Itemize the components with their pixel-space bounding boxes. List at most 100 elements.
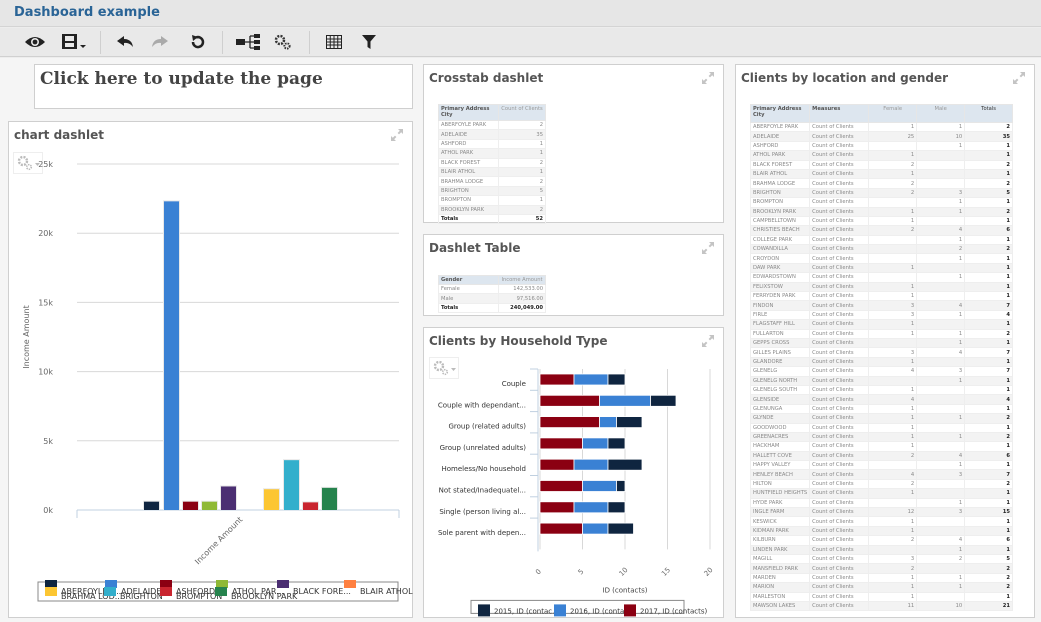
legend-swatch[interactable] [277,580,289,588]
column-header[interactable]: Income Amount [498,275,546,285]
save-button[interactable] [58,31,90,53]
male-cell: 1 [916,309,966,321]
bar-brahma-lodge[interactable] [264,489,279,510]
hierarchy-button[interactable] [234,31,262,53]
legend-label[interactable]: BLAIR ATHOL [360,587,413,596]
female-cell: 2 [868,159,918,170]
total-cell: 1 [964,525,1013,537]
bar-brooklyn-park[interactable] [322,487,337,510]
male-cell: 1 [916,413,966,424]
table-row: FULLARTON Count of Clients 1 1 2 [749,328,1013,340]
female-cell: 2 [868,225,918,236]
column-header[interactable]: Count of Clients [498,104,546,121]
column-header[interactable]: Female [868,104,918,123]
bar-segment[interactable] [607,501,626,514]
bar-segment[interactable] [539,480,583,492]
male-cell: 1 [916,140,966,152]
bar-aberfoyle-park[interactable] [144,501,159,510]
bar-segment[interactable] [539,437,583,450]
total-cell: 6 [964,535,1013,546]
bar-segment[interactable] [539,394,600,407]
city-cell: BLAIR ATHOL [749,168,811,180]
legend-label[interactable]: BRIGHTON [120,592,163,601]
bar-segment[interactable] [582,480,617,492]
bar-brompton[interactable] [303,502,318,510]
legend-label[interactable]: 2015, ID (contac... [494,607,559,615]
city-cell: HYDE PARK [749,497,811,509]
legend-swatch[interactable] [45,587,57,596]
legend-swatch[interactable] [554,604,566,617]
bar-segment[interactable] [599,416,617,428]
legend-swatch[interactable] [160,587,172,596]
update-page-link[interactable]: Click here to update the page [40,69,323,89]
legend-swatch[interactable] [216,580,228,588]
legend-swatch[interactable] [624,604,636,617]
table-row: ADELAIDE Count of Clients 25 10 35 [749,131,1013,142]
legend-label[interactable]: BLACK FORE... [293,587,351,596]
bar-segment[interactable] [582,522,609,535]
redo-button[interactable] [148,31,172,53]
bar-segment[interactable] [539,416,600,428]
column-header[interactable]: Primary Address City [749,104,811,123]
bar-ashford[interactable] [183,501,198,510]
bar-segment[interactable] [539,373,575,386]
measure-cell: Count of Clients [809,178,870,189]
bar-segment[interactable] [573,373,609,386]
legend-label[interactable]: 2017, ID (contacts) [640,607,708,615]
expand-icon[interactable] [701,241,715,255]
legend-label[interactable]: BROOKLYN PARK [231,592,298,601]
column-header[interactable]: Measures [809,104,870,123]
column-header[interactable]: Male [916,104,966,123]
total-cell: 2 [964,572,1013,584]
bar-segment[interactable] [599,394,651,407]
male-cell [916,215,966,227]
legend-swatch[interactable] [45,580,57,588]
column-header[interactable]: Gender [438,275,499,285]
expand-icon[interactable] [1012,71,1026,85]
legend-swatch[interactable] [160,580,172,588]
bar-segment[interactable] [650,394,677,407]
legend-swatch[interactable] [478,604,490,617]
city-cell: HUNTFIELD HEIGHTS [749,488,811,499]
bar-segment[interactable] [607,458,643,471]
male-cell [916,478,966,490]
bar-segment[interactable] [607,437,626,450]
bar-segment[interactable] [607,522,634,535]
filter-button[interactable] [357,31,381,53]
female-cell [868,272,918,283]
column-header[interactable]: Primary Address City [438,104,499,121]
bar-segment[interactable] [539,522,583,535]
update-page-box[interactable]: Click here to update the page [34,64,413,109]
legend-swatch[interactable] [104,587,116,596]
grid-button[interactable] [322,31,346,53]
count-cell: 2 [498,157,546,168]
bar-segment[interactable] [539,501,575,514]
bar-black-forest[interactable] [221,486,236,510]
bar-segment[interactable] [573,501,609,514]
reset-button[interactable] [186,31,210,53]
expand-icon[interactable] [701,71,715,85]
legend-swatch[interactable] [215,587,227,596]
undo-button[interactable] [113,31,137,53]
bar-segment[interactable] [539,458,575,471]
bar-segment[interactable] [616,480,626,492]
city-cell: BRIGHTON [749,187,811,199]
undo-icon [117,36,133,47]
bar-brighton[interactable] [284,460,299,510]
bar-athol-park[interactable] [202,501,217,510]
legend-swatch[interactable] [105,580,117,588]
female-cell [868,460,918,471]
y-tick-label: 20k [38,229,53,238]
male-cell: 1 [916,197,966,208]
settings-button[interactable] [271,31,295,53]
bar-segment[interactable] [607,373,626,386]
total-cell: 2 [964,478,1013,490]
view-button[interactable] [23,31,47,53]
bar-segment[interactable] [616,416,643,428]
legend-swatch[interactable] [344,580,356,588]
bar-segment[interactable] [573,458,609,471]
bar-adelaide[interactable] [164,201,179,511]
column-header[interactable]: Totals [964,104,1013,123]
table-row: BLAIR ATHOL 1 [438,166,546,178]
bar-segment[interactable] [582,437,609,450]
